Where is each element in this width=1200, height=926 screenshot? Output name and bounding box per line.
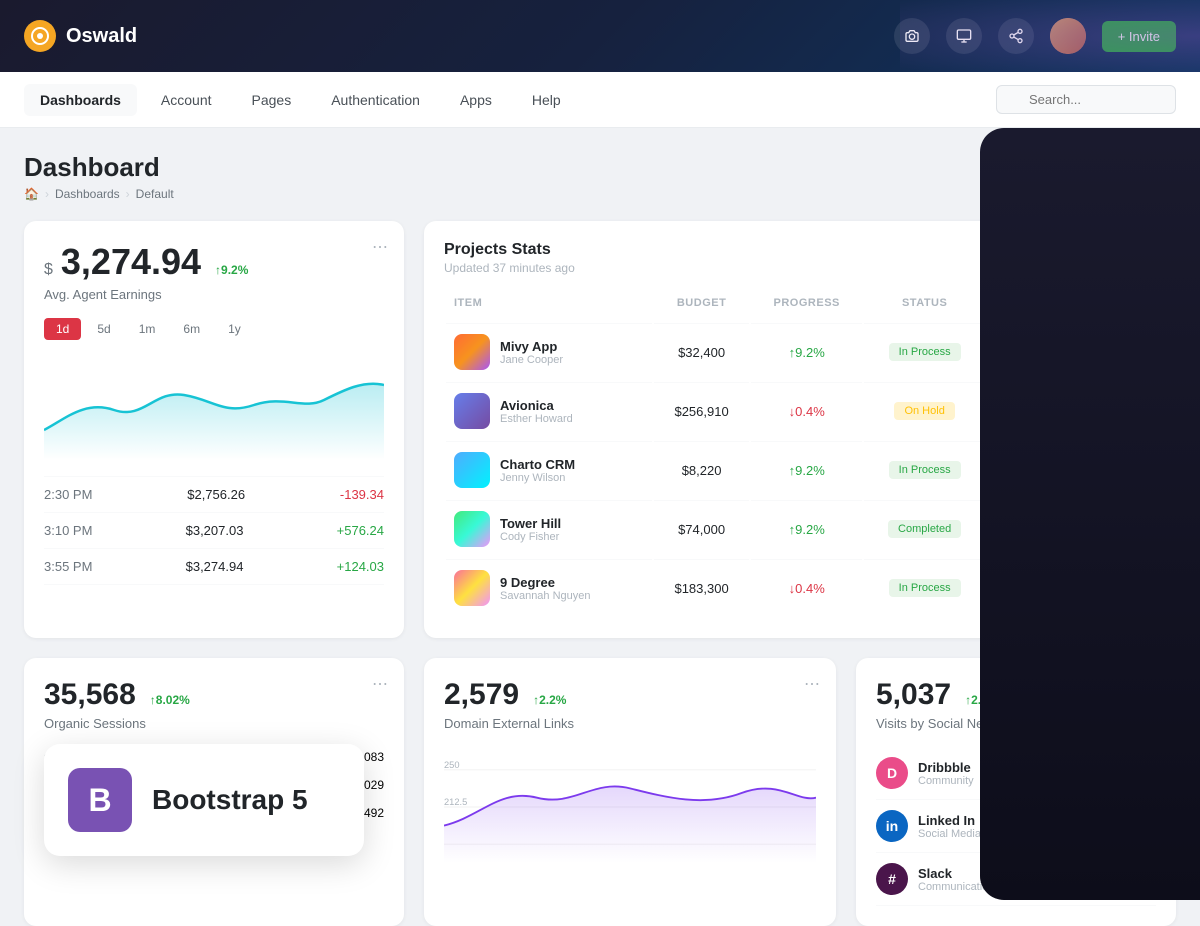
- search-input[interactable]: [996, 85, 1176, 114]
- invite-button[interactable]: + Invite: [1102, 21, 1176, 52]
- breadcrumb-dashboards: Dashboards: [55, 187, 120, 201]
- logo-area: Oswald: [24, 20, 894, 52]
- page-title: Dashboard: [24, 152, 174, 183]
- col-progress: PROGRESS: [751, 297, 862, 321]
- project-avatar-tower: [454, 511, 490, 547]
- status-badge-avionica: On Hold: [894, 402, 954, 420]
- dark-right-section: [980, 128, 1200, 900]
- sessions-value: 35,568 ↑8.02%: [44, 678, 384, 712]
- more-options-icon[interactable]: ⋯: [372, 237, 388, 257]
- breadcrumb-home-icon: 🏠: [24, 187, 39, 201]
- earnings-label: Avg. Agent Earnings: [44, 287, 384, 302]
- slack-icon: #: [876, 863, 908, 895]
- col-status: STATUS: [864, 297, 985, 321]
- sessions-label: Organic Sessions: [44, 716, 384, 731]
- share-icon-btn[interactable]: [998, 18, 1034, 54]
- search-area: 🔍: [996, 85, 1176, 114]
- period-tab-6m[interactable]: 6m: [171, 318, 212, 340]
- svg-text:212.5: 212.5: [444, 797, 467, 807]
- domain-chart: 250 212.5: [444, 747, 816, 847]
- projects-updated: Updated 37 minutes ago: [444, 261, 575, 275]
- project-avatar-mivy: [454, 334, 490, 370]
- breadcrumb-default: Default: [136, 187, 174, 201]
- domain-more-icon[interactable]: ⋯: [804, 674, 820, 694]
- bootstrap-title: Bootstrap 5: [152, 784, 308, 816]
- earnings-amount: $ 3,274.94 ↑9.2%: [44, 241, 384, 283]
- svg-text:250: 250: [444, 760, 460, 770]
- col-item: ITEM: [446, 297, 652, 321]
- earnings-rows: 2:30 PM $2,756.26 -139.34 3:10 PM $3,207…: [44, 476, 384, 585]
- nav-item-pages[interactable]: Pages: [236, 84, 308, 116]
- domain-change: ↑2.2%: [527, 691, 572, 709]
- domain-value: 2,579 ↑2.2%: [444, 678, 816, 712]
- earnings-row-3: 3:55 PM $3,274.94 +124.03: [44, 549, 384, 585]
- projects-title: Projects Stats: [444, 241, 575, 259]
- linkedin-icon: in: [876, 810, 908, 842]
- earnings-chart: [44, 360, 384, 460]
- period-tab-1d[interactable]: 1d: [44, 318, 81, 340]
- monitor-icon-btn[interactable]: [946, 18, 982, 54]
- avatar[interactable]: [1050, 18, 1086, 54]
- nav-item-account[interactable]: Account: [145, 84, 228, 116]
- earnings-row-2: 3:10 PM $3,207.03 +576.24: [44, 513, 384, 549]
- period-tab-1m[interactable]: 1m: [127, 318, 168, 340]
- bootstrap-icon: B: [68, 768, 132, 832]
- earnings-card: ⋯ $ 3,274.94 ↑9.2% Avg. Agent Earnings 1…: [24, 221, 404, 638]
- status-badge-mivy: In Process: [889, 343, 961, 361]
- earnings-change: ↑9.2%: [209, 261, 254, 279]
- status-badge-charto: In Process: [889, 461, 961, 479]
- sessions-change: ↑8.02%: [144, 691, 196, 709]
- projects-title-area: Projects Stats Updated 37 minutes ago: [444, 241, 575, 275]
- nav-item-apps[interactable]: Apps: [444, 84, 508, 116]
- domain-card: ⋯ 2,579 ↑2.2% Domain External Links: [424, 658, 836, 926]
- nav-item-dashboards[interactable]: Dashboards: [24, 84, 137, 116]
- breadcrumb: 🏠 › Dashboards › Default: [24, 187, 174, 201]
- logo-icon: [24, 20, 56, 52]
- currency-symbol: $: [44, 261, 53, 279]
- project-avatar-charto: [454, 452, 490, 488]
- status-badge-tower: Completed: [888, 520, 961, 538]
- nav-item-authentication[interactable]: Authentication: [315, 84, 436, 116]
- logo-text: Oswald: [66, 25, 137, 48]
- earnings-row-1: 2:30 PM $2,756.26 -139.34: [44, 477, 384, 513]
- project-avatar-9degree: [454, 570, 490, 606]
- search-wrapper: 🔍: [996, 85, 1176, 114]
- domain-chart-svg: 250 212.5: [444, 747, 816, 867]
- col-budget: BUDGET: [654, 297, 749, 321]
- period-tab-1y[interactable]: 1y: [216, 318, 253, 340]
- nav-actions: + Invite: [894, 18, 1176, 54]
- camera-icon-btn[interactable]: [894, 18, 930, 54]
- period-tab-5d[interactable]: 5d: [85, 318, 122, 340]
- dribbble-icon: D: [876, 757, 908, 789]
- amount-value: 3,274.94: [61, 241, 201, 283]
- status-badge-9degree: In Process: [889, 579, 961, 597]
- top-navbar: Oswald + Invite: [0, 0, 1200, 72]
- earnings-chart-svg: [44, 360, 384, 460]
- page-title-area: Dashboard 🏠 › Dashboards › Default: [24, 152, 174, 201]
- nav-item-help[interactable]: Help: [516, 84, 577, 116]
- bootstrap-overlay: B Bootstrap 5: [44, 744, 364, 856]
- project-avatar-avionica: [454, 393, 490, 429]
- sessions-more-icon[interactable]: ⋯: [372, 674, 388, 694]
- period-tabs: 1d 5d 1m 6m 1y: [44, 318, 384, 340]
- secondary-navbar: Dashboards Account Pages Authentication …: [0, 72, 1200, 128]
- domain-label: Domain External Links: [444, 716, 816, 731]
